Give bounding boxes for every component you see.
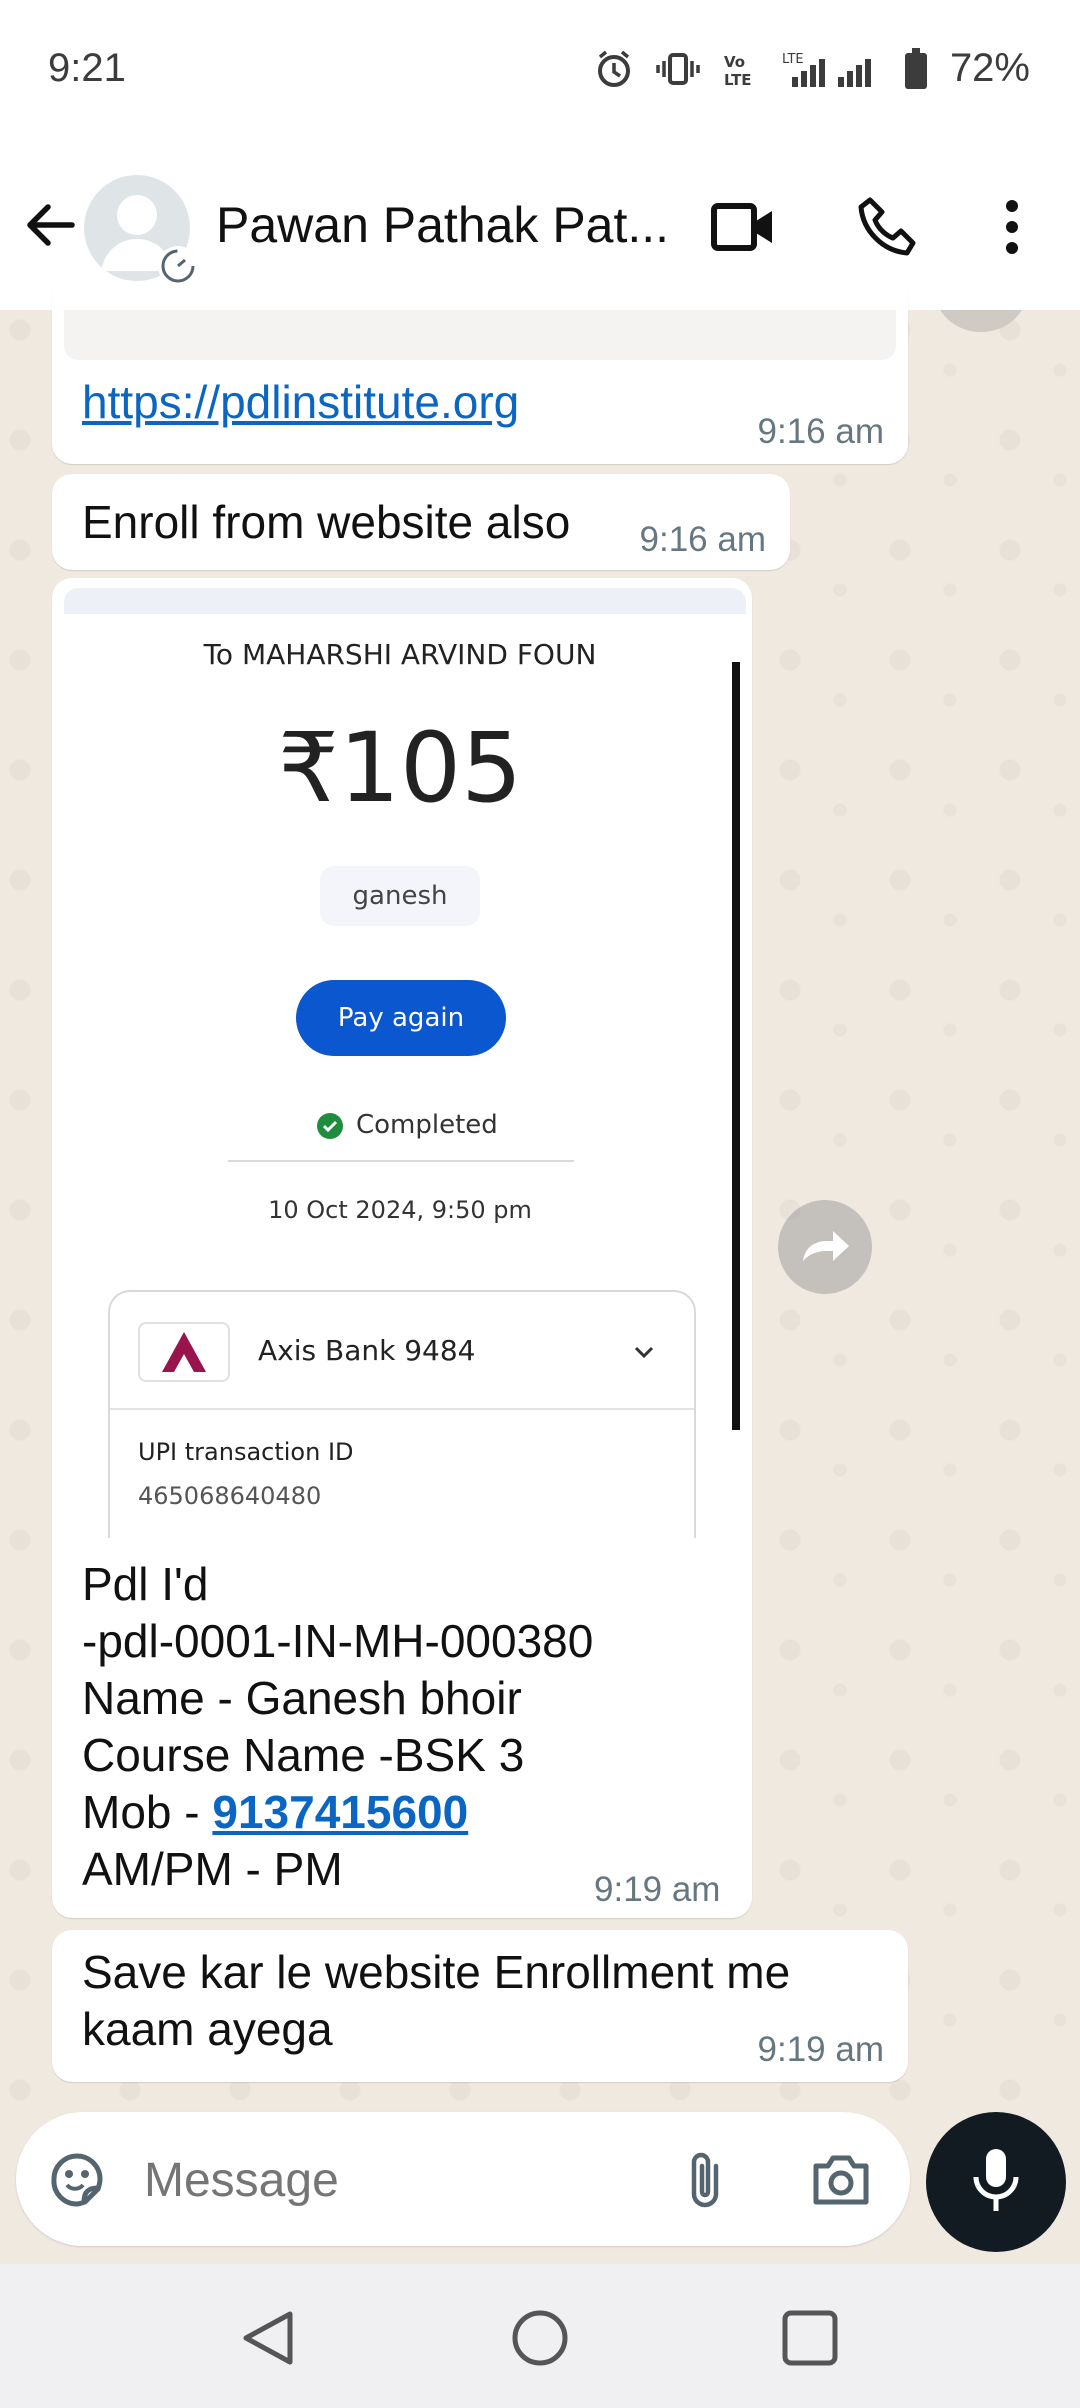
volte-icon: Vo LTE [722, 49, 760, 89]
caption-line: Name - Ganesh bhoir [82, 1672, 522, 1724]
caption-mobile-line: Mob - 9137415600 [82, 1784, 468, 1841]
payment-datetime: 10 Oct 2024, 9:50 pm [268, 1196, 532, 1224]
screenshot-top-strip [64, 588, 746, 614]
bank-name: Axis Bank 9484 [258, 1334, 476, 1367]
message-text: kaam ayega [82, 2003, 333, 2055]
message-composer [16, 2112, 910, 2246]
upi-id: 465068640480 [138, 1482, 322, 1510]
mic-button[interactable] [926, 2112, 1066, 2252]
microphone-icon [971, 2147, 1021, 2218]
caption-line: AM/PM - PM [82, 1843, 343, 1895]
payment-status: Completed [356, 1110, 498, 1140]
link-preview[interactable] [64, 310, 896, 360]
card-divider [110, 1408, 694, 1410]
sticker-icon[interactable] [46, 2148, 108, 2210]
payment-note: ganesh [320, 866, 480, 926]
attach-icon[interactable] [682, 2148, 728, 2210]
message-bubble[interactable]: Save kar le website Enrollment me kaam a… [52, 1930, 908, 2082]
status-time: 9:21 [48, 46, 126, 90]
status-timer-icon [158, 246, 198, 286]
nav-home-icon[interactable] [510, 2308, 570, 2368]
payment-recipient: To MAHARSHI ARVIND FOUN [203, 638, 597, 671]
caption-line: -pdl-0001-IN-MH-000380 [82, 1615, 594, 1667]
contact-name[interactable]: Pawan Pathak Pat... [216, 196, 671, 254]
message-bubble[interactable]: Enroll from website also 9:16 am [52, 474, 790, 570]
phone-number-link[interactable]: 9137415600 [212, 1786, 468, 1838]
message-link-bubble[interactable]: https://pdlinstitute.org 9:16 am [52, 290, 908, 464]
camera-icon[interactable] [810, 2150, 872, 2208]
divider [228, 1160, 574, 1162]
mobile-label: Mob - [82, 1786, 213, 1838]
svg-text:Vo: Vo [724, 53, 745, 71]
caption-line: Course Name -BSK 3 [82, 1729, 525, 1781]
phone-call-icon[interactable] [856, 196, 918, 258]
axis-bank-logo [138, 1322, 230, 1382]
screenshot-scrollbar [732, 662, 740, 1430]
forward-button[interactable] [778, 1200, 872, 1294]
alarm-icon [594, 49, 634, 89]
nav-back-icon[interactable] [240, 2308, 296, 2368]
upi-label: UPI transaction ID [138, 1438, 354, 1466]
status-check-icon [316, 1112, 344, 1140]
more-options-icon[interactable] [990, 196, 1034, 258]
nav-recents-icon[interactable] [780, 2308, 840, 2368]
message-time: 9:16 am [757, 412, 884, 451]
chevron-down-icon[interactable] [630, 1338, 658, 1366]
caption-line: Pdl I'd [82, 1558, 209, 1610]
system-nav-bar [0, 2264, 1080, 2408]
svg-text:LTE: LTE [724, 71, 752, 89]
payment-screenshot[interactable]: To MAHARSHI ARVIND FOUN ₹105 ganesh Pay … [64, 588, 746, 1538]
bank-card: Axis Bank 9484 UPI transaction ID 465068… [108, 1290, 696, 1538]
message-time: 9:16 am [639, 520, 766, 559]
video-call-icon[interactable] [710, 196, 776, 258]
vibrate-icon [656, 49, 700, 89]
battery-icon [904, 47, 928, 90]
svg-text:LTE: LTE [782, 52, 804, 67]
message-text: Save kar le website Enrollment me [82, 1946, 791, 1998]
status-icons: Vo LTE LTE 72% [594, 46, 1030, 91]
signal-icon: LTE [782, 49, 882, 89]
pay-again-button[interactable]: Pay again [296, 980, 506, 1056]
message-time: 9:19 am [594, 1870, 721, 1909]
payment-amount: ₹105 [277, 712, 523, 824]
message-time: 9:19 am [757, 2030, 884, 2069]
link-url[interactable]: https://pdlinstitute.org [82, 374, 519, 431]
message-input[interactable] [142, 2142, 666, 2218]
back-arrow-icon[interactable] [20, 195, 80, 255]
battery-percent: 72% [949, 46, 1030, 90]
message-text: Enroll from website also [82, 496, 571, 548]
